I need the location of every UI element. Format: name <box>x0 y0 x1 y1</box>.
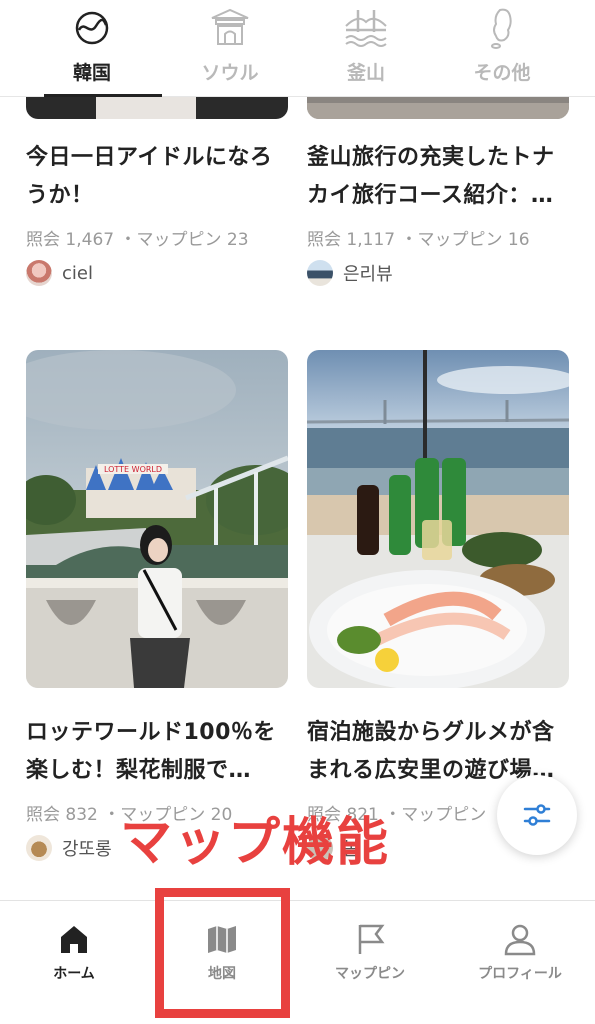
post-stats: 照会 1,117 ・マップピン 16 <box>307 230 530 250</box>
sliders-icon <box>523 804 551 826</box>
tab-busan[interactable]: 釜山 <box>296 0 436 97</box>
map-icon <box>208 926 236 953</box>
tab-busan-label: 釜山 <box>346 62 385 84</box>
post-card[interactable]: LOTTE WORLD ロッテワールド100％を楽しむ！梨花制服で… 照会 83… <box>26 350 288 861</box>
post-author[interactable]: 은리뷰 <box>307 260 569 286</box>
card-thumbnail-partial[interactable] <box>26 97 288 119</box>
user-icon <box>504 924 536 956</box>
tab-others[interactable]: その他 <box>432 0 572 97</box>
nav-home[interactable]: ホーム <box>0 901 148 1024</box>
tab-korea-label: 韓国 <box>72 62 111 84</box>
nav-profile[interactable]: プロフィール <box>446 901 594 1024</box>
card-thumbnail-partial[interactable] <box>307 97 569 119</box>
avatar <box>307 260 333 286</box>
active-tab-underline <box>44 94 162 97</box>
post-thumbnail[interactable] <box>307 350 569 688</box>
bridge-icon <box>345 10 387 47</box>
flag-icon <box>358 924 385 954</box>
post-stats: 照会 1,467 ・マップピン 23 <box>26 230 249 250</box>
region-map-icon <box>491 8 512 49</box>
nav-map[interactable]: 地図 <box>148 901 296 1024</box>
region-tab-bar: 韓国 ソウル 釜山 その他 <box>0 0 595 97</box>
bottom-navigation: ホーム 地図 マップピン プロフィール <box>0 900 595 1024</box>
tab-korea[interactable]: 韓国 <box>22 0 162 97</box>
nav-map-pins[interactable]: マップピン <box>296 901 444 1024</box>
post-thumbnail[interactable]: LOTTE WORLD <box>26 350 288 688</box>
post-title[interactable]: 釜山旅行の充実したトナカイ旅行コース紹介：… <box>307 139 569 215</box>
korea-taegeuk-icon <box>75 11 109 45</box>
author-name: ciel <box>62 262 93 284</box>
nav-map-label: 地図 <box>208 966 236 982</box>
palace-gate-icon <box>211 8 249 45</box>
nav-map-pins-label: マップピン <box>335 966 405 982</box>
tab-seoul[interactable]: ソウル <box>160 0 300 97</box>
avatar <box>26 260 52 286</box>
tab-others-label: その他 <box>473 62 531 84</box>
post-card[interactable]: 今日一日アイドルになろうか！ 照会 1,467 ・マップピン 23 ciel <box>26 139 288 286</box>
home-icon <box>61 926 87 953</box>
filter-button[interactable] <box>497 775 577 855</box>
nav-home-label: ホーム <box>53 966 95 982</box>
gwangalli-food-photo <box>307 350 569 688</box>
annotation-caption: マップ機能 <box>120 813 391 873</box>
lotte-world-sign: LOTTE WORLD <box>104 465 162 474</box>
post-title[interactable]: ロッテワールド100％を楽しむ！梨花制服で… <box>26 714 288 790</box>
post-author[interactable]: ciel <box>26 260 288 286</box>
post-card[interactable]: 釜山旅行の充実したトナカイ旅行コース紹介：… 照会 1,117 ・マップピン 1… <box>307 139 569 286</box>
author-name: 은리뷰 <box>343 264 393 285</box>
post-title[interactable]: 今日一日アイドルになろうか！ <box>26 139 288 215</box>
nav-profile-label: プロフィール <box>478 966 562 982</box>
tab-seoul-label: ソウル <box>201 62 259 84</box>
avatar <box>26 835 52 861</box>
author-name: 강또롱 <box>62 839 112 860</box>
lotte-world-photo: LOTTE WORLD <box>26 350 288 688</box>
